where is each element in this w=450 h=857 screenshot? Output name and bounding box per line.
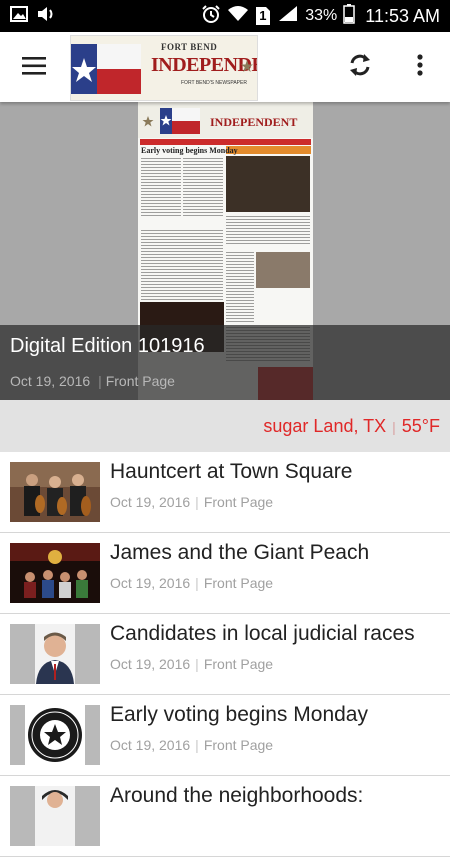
paper-text-column <box>226 216 310 246</box>
paper-red-banner <box>140 139 311 145</box>
article-date: Oct 19, 2016 <box>110 494 191 510</box>
weather-bar: sugar Land, TX | 55°F <box>0 400 450 452</box>
paper-photo <box>226 156 310 212</box>
sim-label: 1 <box>259 8 267 23</box>
list-item[interactable]: Early voting begins Monday Oct 19, 2016 |… <box>0 695 450 776</box>
article-title: Around the neighborhoods: <box>110 784 364 807</box>
article-category: Front Page <box>203 575 274 591</box>
hamburger-icon <box>22 56 46 80</box>
logo-star-icon <box>241 60 253 72</box>
article-title: Candidates in local judicial races <box>110 622 415 645</box>
app-bar: FORT BEND INDEPENDENT FORT BEND'S NEWSPA… <box>0 32 450 102</box>
sim-icon: 1 <box>255 6 271 26</box>
weather-separator: | <box>392 418 396 435</box>
article-title: James and the Giant Peach <box>110 541 370 564</box>
article-meta: Oct 19, 2016 | Front Page <box>110 575 274 591</box>
list-item[interactable]: Hauntcert at Town Square Oct 19, 2016 | Fr… <box>0 452 450 533</box>
article-meta: Oct 19, 2016 | Front Page <box>110 656 274 672</box>
paper-photo <box>256 252 310 288</box>
article-category: Front Page <box>203 494 274 510</box>
featured-caption: Digital Edition 101916 Oct 19, 2016 | Fro… <box>0 325 450 400</box>
paper-masthead: INDEPENDENT <box>138 102 313 138</box>
gallery-icon <box>10 5 28 27</box>
featured-category: Front Page <box>105 373 175 389</box>
clock: 11:53 AM <box>365 5 440 26</box>
weather-temperature: 55°F <box>401 416 440 436</box>
paper-flag-icon <box>142 108 200 134</box>
candidate-photo-icon <box>10 624 100 684</box>
article-title: Early voting begins Monday <box>110 703 368 726</box>
volume-icon <box>36 5 56 28</box>
menu-button[interactable] <box>14 48 54 88</box>
article-thumbnail <box>10 462 100 522</box>
featured-date: Oct 19, 2016 <box>10 373 91 389</box>
list-item[interactable]: Candidates in local judicial races Oct 1… <box>0 614 450 695</box>
article-date: Oct 19, 2016 <box>110 575 191 591</box>
signal-icon <box>277 5 299 28</box>
logo-tagline: FORT BEND'S NEWSPAPER <box>181 80 247 86</box>
overflow-menu-button[interactable] <box>408 50 432 84</box>
article-list: Hauntcert at Town Square Oct 19, 2016 | Fr… <box>0 452 450 857</box>
article-thumbnail <box>10 786 100 846</box>
paper-orange-banner <box>226 146 311 154</box>
paper-text-column <box>183 158 223 218</box>
article-date: Oct 19, 2016 <box>110 656 191 672</box>
article-date: Oct 19, 2016 <box>110 737 191 753</box>
list-item[interactable]: Around the neighborhoods: <box>0 776 450 857</box>
texas-flag-icon <box>71 44 141 94</box>
article-meta: Oct 19, 2016 | Front Page <box>110 494 274 510</box>
article-category: Front Page <box>203 656 274 672</box>
paper-headline: Early voting begins Monday <box>141 146 238 155</box>
article-meta: Oct 19, 2016 | Front Page <box>110 737 274 753</box>
featured-meta: Oct 19, 2016 | Front Page <box>10 373 175 389</box>
list-item[interactable]: James and the Giant Peach Oct 19, 2016 | F… <box>0 533 450 614</box>
article-category: Front Page <box>203 737 274 753</box>
more-vert-icon <box>417 53 423 81</box>
article-thumbnail <box>10 543 100 603</box>
refresh-icon <box>347 52 373 83</box>
musicians-photo-icon <box>10 462 100 522</box>
alarm-icon <box>201 4 221 29</box>
paper-text-column <box>226 252 254 322</box>
wifi-icon <box>227 5 249 28</box>
article-thumbnail <box>10 624 100 684</box>
portrait-photo-icon <box>10 786 100 846</box>
paper-masthead-text: INDEPENDENT <box>210 115 298 129</box>
battery-icon <box>343 3 356 29</box>
paper-text-column <box>141 230 223 300</box>
paper-text-column <box>141 158 181 218</box>
featured-title: Digital Edition 101916 <box>10 335 205 357</box>
app-logo: FORT BEND INDEPENDENT FORT BEND'S NEWSPA… <box>70 35 258 101</box>
battery-percent: 33% <box>305 7 338 24</box>
county-seal-icon <box>10 705 100 765</box>
status-bar: 1 33% 11:53 AM <box>0 0 450 32</box>
weather-location: sugar Land, TX <box>263 416 387 436</box>
refresh-button[interactable] <box>343 50 377 84</box>
featured-edition-card[interactable]: INDEPENDENT Early voting begins Monday D… <box>0 102 450 400</box>
article-thumbnail <box>10 705 100 765</box>
article-title: Hauntcert at Town Square <box>110 460 353 483</box>
stage-play-photo-icon <box>10 543 100 603</box>
logo-top-text: FORT BEND <box>161 42 218 52</box>
